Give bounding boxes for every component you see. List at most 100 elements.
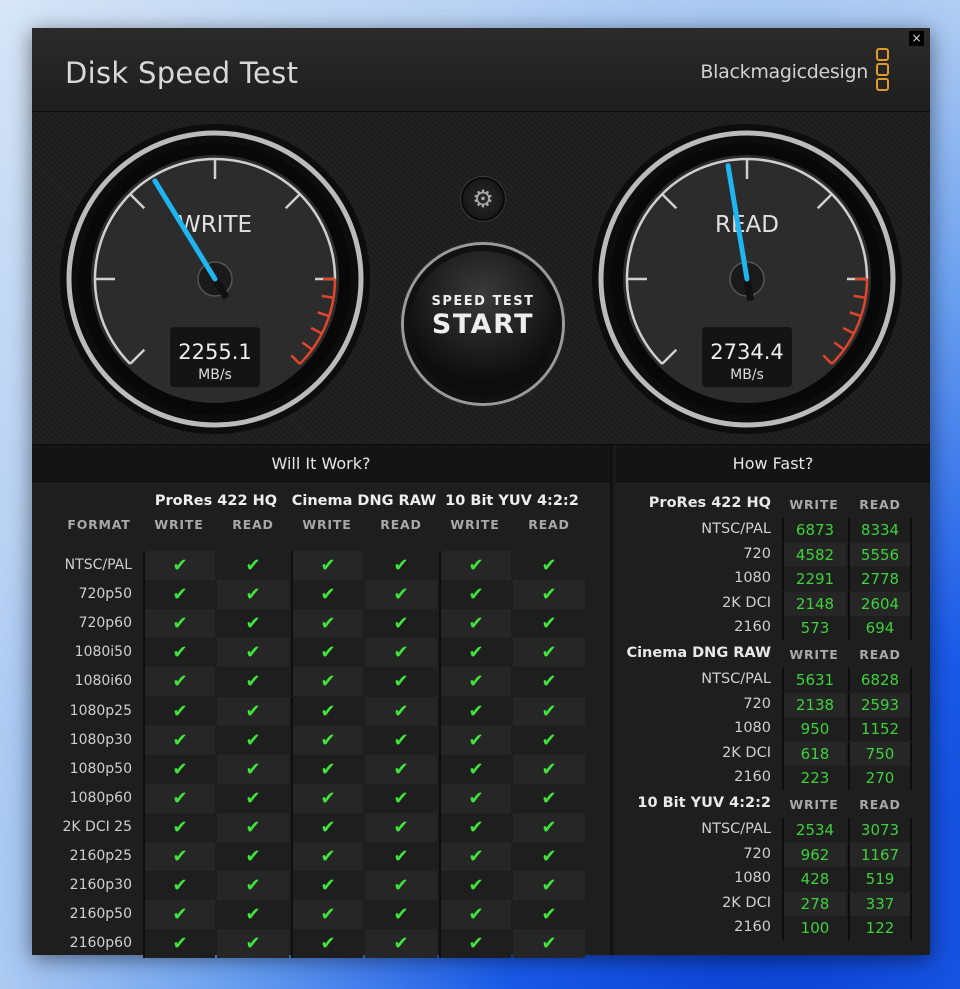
read-speed: 5556 (848, 542, 912, 567)
format-label: 2K DCI (722, 594, 771, 611)
check-cell: ✔ (291, 638, 363, 668)
brand-name: Blackmagicdesign (700, 61, 868, 83)
section-header: ProRes 422 HQ (648, 495, 771, 511)
format-label: NTSC/PAL (701, 821, 771, 837)
format-label: 2160 (734, 619, 771, 635)
check-cell: ✔ (365, 871, 437, 901)
start-button-label: START (431, 309, 535, 340)
read-speed: 2604 (848, 591, 912, 616)
format-label: 2K DCI (722, 744, 771, 761)
will-it-work-panel: Will It Work? ProRes 422 HQ WRITE READ Cine… (32, 445, 613, 959)
speed-unit: MB/s (730, 367, 764, 383)
write-speed: 223 (782, 766, 846, 790)
column-header-read: READ (232, 517, 274, 532)
format-label: NTSC/PAL (701, 671, 771, 687)
check-cell: ✔ (439, 667, 511, 697)
write-speed: 573 (782, 616, 846, 640)
column-header-write: WRITE (302, 517, 352, 532)
check-cell: ✔ (217, 638, 289, 668)
check-cell: ✔ (365, 551, 437, 580)
format-group-header: Cinema DNG RAW (291, 493, 437, 509)
format-label: 1080i60 (74, 673, 132, 690)
read-gauge: READ 2734.4 MB/s (592, 124, 902, 434)
read-speed: 519 (848, 867, 912, 891)
check-cell: ✔ (513, 842, 585, 871)
column-header-read: READ (528, 517, 570, 532)
column-header-read: READ (380, 517, 422, 532)
check-cell: ✔ (365, 754, 437, 784)
write-speed: 2291 (782, 567, 846, 591)
check-cell: ✔ (143, 900, 215, 930)
format-label: 1080 (734, 870, 771, 886)
check-cell: ✔ (291, 929, 363, 959)
check-cell: ✔ (439, 929, 511, 959)
check-cell: ✔ (143, 551, 215, 580)
check-cell: ✔ (513, 725, 585, 755)
check-cell: ✔ (365, 580, 437, 610)
format-label: 1080p25 (69, 702, 132, 719)
settings-button[interactable]: ⚙ (461, 177, 505, 221)
format-label: 2K DCI (722, 894, 771, 911)
check-cell: ✔ (291, 609, 363, 639)
read-speed: 2593 (848, 692, 912, 717)
read-speed: 270 (848, 766, 912, 790)
check-cell: ✔ (439, 580, 511, 610)
format-group-header: ProRes 422 HQ (154, 493, 278, 509)
format-group-header: 10 Bit YUV 4:2:2 (445, 493, 579, 509)
check-cell: ✔ (143, 696, 215, 726)
write-speed: 962 (782, 842, 846, 867)
read-speed: 1152 (848, 717, 912, 741)
format-label: 1080p30 (69, 731, 132, 748)
check-cell: ✔ (143, 638, 215, 668)
check-cell: ✔ (439, 696, 511, 726)
check-cell: ✔ (513, 871, 585, 901)
read-speed: 8334 (848, 518, 912, 542)
check-cell: ✔ (291, 580, 363, 610)
close-button[interactable]: × (909, 31, 924, 46)
check-cell: ✔ (143, 929, 215, 959)
format-label: 720 (743, 695, 771, 712)
read-speed: 694 (848, 616, 912, 640)
check-cell: ✔ (291, 783, 363, 813)
column-header-read: READ (859, 647, 901, 662)
speed-value: 2255.1 (178, 340, 251, 364)
read-speed: 1167 (848, 842, 912, 867)
gauge-label: READ (715, 212, 779, 238)
check-cell: ✔ (439, 725, 511, 755)
check-cell: ✔ (143, 871, 215, 901)
format-label: 2K DCI 25 (62, 818, 133, 835)
check-cell: ✔ (365, 812, 437, 842)
disk-speed-test-window: Disk Speed Test Blackmagicdesign × WRITE… (32, 28, 930, 959)
section-header: 10 Bit YUV 4:2:2 (637, 795, 771, 811)
format-label: 720 (743, 845, 771, 862)
write-speed: 5631 (782, 668, 846, 692)
start-button[interactable]: SPEED TEST START (404, 245, 562, 403)
write-speed: 100 (782, 916, 846, 940)
read-speed: 2778 (848, 567, 912, 591)
speed-value: 2734.4 (710, 340, 783, 364)
check-cell: ✔ (513, 929, 585, 959)
check-cell: ✔ (513, 580, 585, 610)
format-label: 720 (743, 545, 771, 562)
column-header-read: READ (859, 797, 901, 812)
check-cell: ✔ (439, 871, 511, 901)
format-label: 1080i50 (74, 644, 132, 661)
check-cell: ✔ (439, 638, 511, 668)
check-cell: ✔ (143, 667, 215, 697)
check-cell: ✔ (217, 871, 289, 901)
check-cell: ✔ (513, 783, 585, 813)
check-cell: ✔ (365, 696, 437, 726)
check-cell: ✔ (439, 551, 511, 580)
check-cell: ✔ (513, 696, 585, 726)
column-header-write: WRITE (450, 517, 500, 532)
write-speed: 6873 (782, 518, 846, 542)
check-cell: ✔ (365, 783, 437, 813)
read-speed: 750 (848, 741, 912, 766)
check-cell: ✔ (291, 725, 363, 755)
gauge-panel: WRITE 2255.1 MB/s READ 2734.4 MB/s ⚙ SPEED T… (32, 112, 930, 445)
check-cell: ✔ (513, 812, 585, 842)
format-label: 1080 (734, 570, 771, 586)
format-label: 2160p50 (69, 906, 132, 923)
format-label: 1080 (734, 720, 771, 736)
format-label: 2160p60 (69, 935, 132, 952)
